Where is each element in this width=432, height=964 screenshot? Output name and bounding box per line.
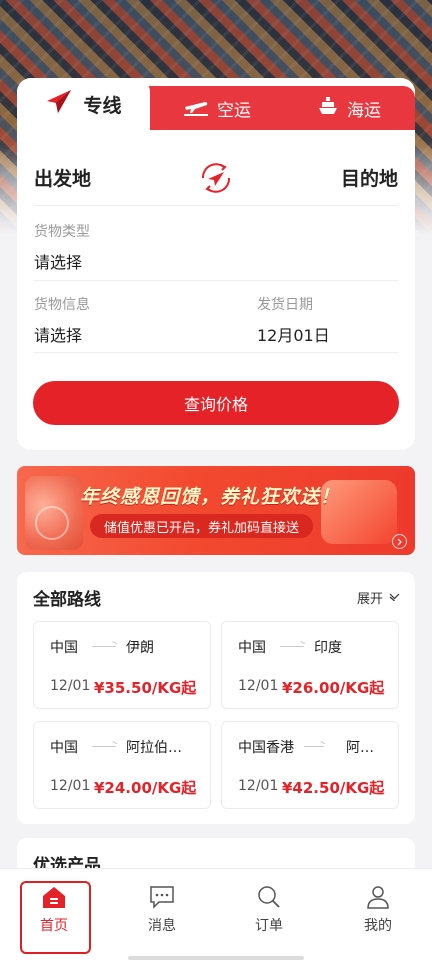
tab-air[interactable]: 空运 xyxy=(183,86,251,130)
home-indicator xyxy=(128,956,304,960)
red-envelope-decoration xyxy=(25,476,83,550)
nav-messages-label: 消息 xyxy=(148,918,176,934)
route-origin: 中国 xyxy=(50,640,78,656)
user-icon xyxy=(343,883,413,909)
paper-plane-icon xyxy=(45,89,73,119)
route-destination: 伊朗 xyxy=(126,640,154,656)
route-destination: 阿拉伯… xyxy=(126,740,182,756)
route-card[interactable]: 中国 伊朗 12/01 ¥35.50/KG起 xyxy=(33,621,211,709)
route-arrow-icon xyxy=(280,646,304,647)
route-arrow-icon xyxy=(92,746,116,747)
route-destination: 阿… xyxy=(346,740,374,756)
cargo-info-label: 货物信息 xyxy=(34,297,90,313)
origin-destination-row: 出发地 目的地 xyxy=(34,150,398,206)
query-price-button[interactable]: 查询价格 xyxy=(33,381,399,425)
ship-date-value: 12月01日 xyxy=(257,326,330,345)
nav-orders-label: 订单 xyxy=(255,918,283,934)
promo-banner[interactable]: 年终感恩回馈，券礼狂欢送！ 储值优惠已开启，券礼加码直接送 xyxy=(17,466,415,555)
nav-orders[interactable]: 订单 xyxy=(234,883,304,935)
route-price: ¥26.00/KG起 xyxy=(282,679,385,697)
origin-field[interactable]: 出发地 xyxy=(34,164,91,191)
tab-express[interactable]: 专线 xyxy=(17,78,150,130)
swap-route-icon[interactable] xyxy=(194,156,238,200)
route-card[interactable]: 中国 印度 12/01 ¥26.00/KG起 xyxy=(221,621,399,709)
route-price: ¥42.50/KG起 xyxy=(282,779,385,797)
tab-air-label: 空运 xyxy=(217,100,251,121)
divider xyxy=(34,352,398,353)
divider xyxy=(34,280,398,281)
nav-mine-label: 我的 xyxy=(364,918,392,934)
cargo-type-field[interactable]: 货物类型 请选择 xyxy=(34,221,90,273)
nav-mine[interactable]: 我的 xyxy=(343,883,413,935)
banner-title: 年终感恩回馈，券礼狂欢送！ xyxy=(80,486,341,508)
cargo-info-value: 请选择 xyxy=(34,326,83,345)
route-card[interactable]: 中国香港 阿… 12/01 ¥42.50/KG起 xyxy=(221,721,399,809)
expand-button[interactable]: 展开 xyxy=(357,588,400,607)
banner-subtitle: 储值优惠已开启，券礼加码直接送 xyxy=(90,514,314,538)
airplane-icon xyxy=(183,96,209,121)
route-card[interactable]: 中国 阿拉伯… 12/01 ¥24.00/KG起 xyxy=(33,721,211,809)
route-date: 12/01 xyxy=(238,678,279,694)
ship-date-label: 发货日期 xyxy=(257,297,313,313)
cargo-info-field[interactable]: 货物信息 请选择 xyxy=(34,294,90,346)
route-destination: 印度 xyxy=(314,640,342,656)
message-icon xyxy=(127,883,197,909)
ship-date-field[interactable]: 发货日期 12月01日 xyxy=(257,294,330,346)
expand-label: 展开 xyxy=(356,592,383,607)
cargo-type-value: 请选择 xyxy=(34,253,83,272)
ship-icon xyxy=(317,95,339,122)
tab-express-label: 专线 xyxy=(83,94,122,117)
transport-tabs: 专线 空运 海运 xyxy=(17,78,415,130)
chevron-down-icon xyxy=(389,590,400,605)
route-arrow-icon xyxy=(304,746,324,747)
routes-title: 全部路线 xyxy=(33,590,101,610)
chevron-right-icon xyxy=(392,534,407,549)
route-price: ¥24.00/KG起 xyxy=(94,779,197,797)
route-origin: 中国香港 xyxy=(238,740,294,756)
search-card: 专线 空运 海运 出发地 目的地 货物类型 请选择 货物信息 请选择 发货日期 … xyxy=(17,78,415,450)
selection-highlight xyxy=(20,881,91,954)
destination-field[interactable]: 目的地 xyxy=(341,164,398,191)
route-price: ¥35.50/KG起 xyxy=(94,679,197,697)
search-icon xyxy=(234,883,304,909)
tab-sea[interactable]: 海运 xyxy=(317,86,381,130)
routes-card: 全部路线 展开 中国 伊朗 12/01 ¥35.50/KG起 中国 印度 12/… xyxy=(17,572,415,824)
cargo-type-label: 货物类型 xyxy=(34,224,90,240)
nav-messages[interactable]: 消息 xyxy=(127,883,197,935)
route-origin: 中国 xyxy=(50,740,78,756)
route-date: 12/01 xyxy=(50,778,91,794)
route-date: 12/01 xyxy=(50,678,91,694)
route-date: 12/01 xyxy=(238,778,279,794)
route-arrow-icon xyxy=(92,646,116,647)
tab-sea-label: 海运 xyxy=(347,100,381,121)
route-origin: 中国 xyxy=(238,640,266,656)
